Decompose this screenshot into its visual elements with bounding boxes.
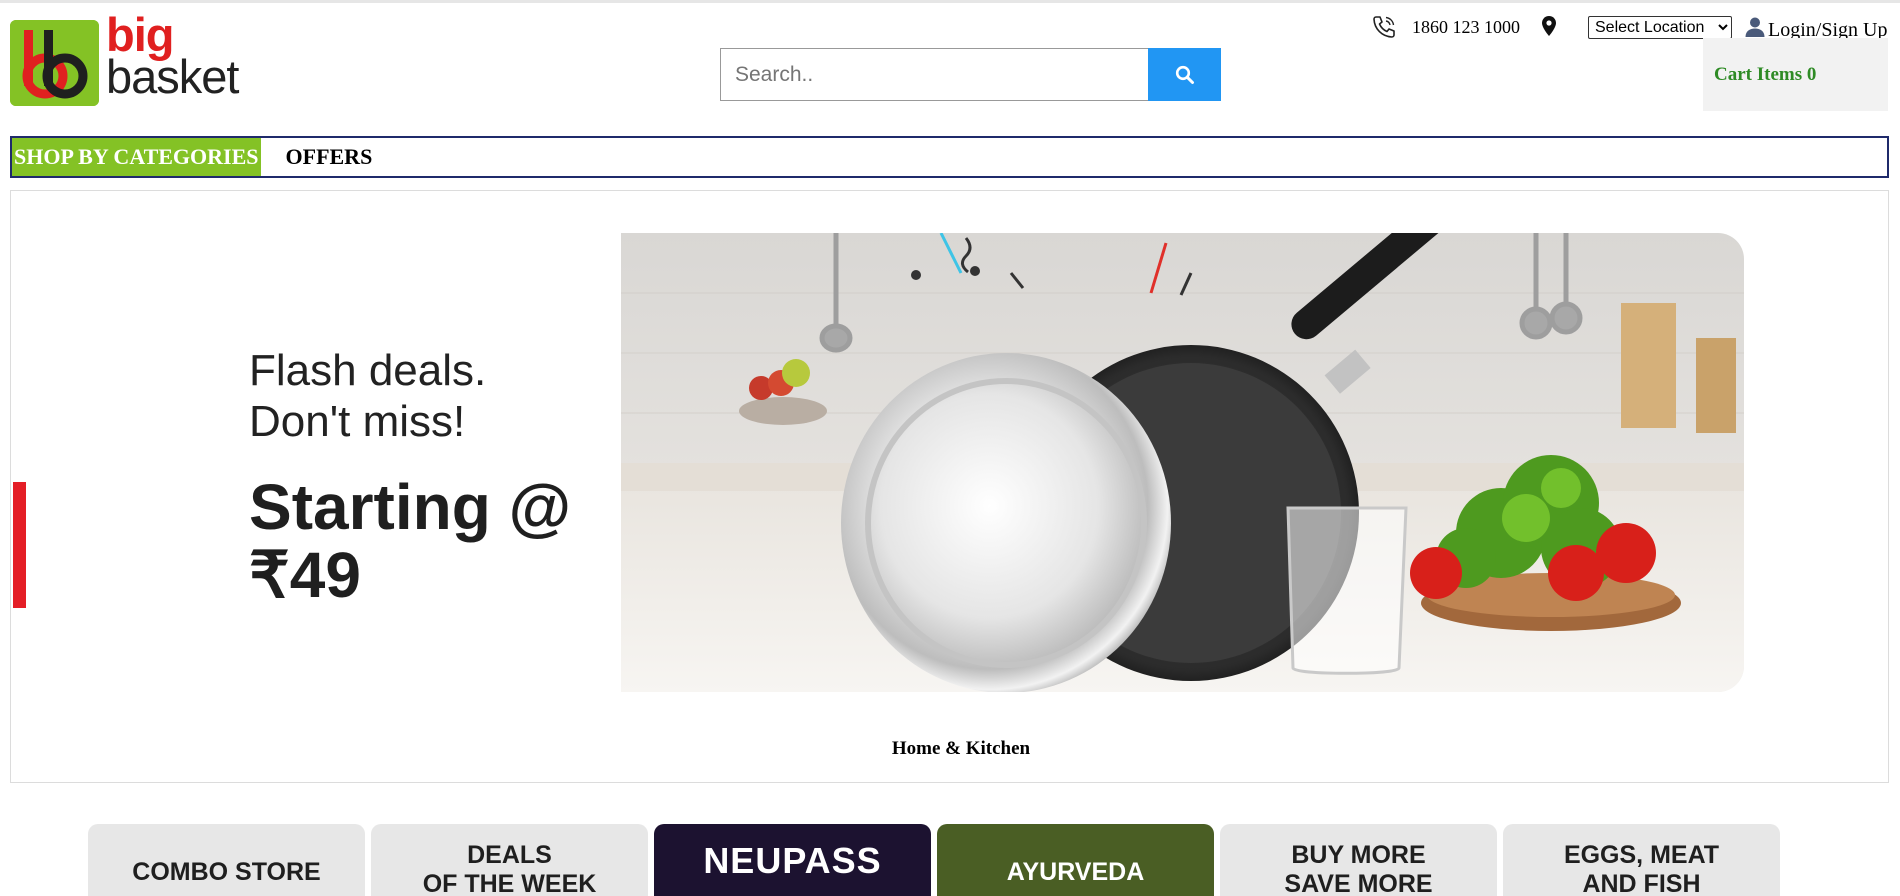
cart-box[interactable]: Cart Items 0 — [1703, 38, 1888, 111]
search-bar — [720, 48, 1221, 101]
tile-ayurveda[interactable]: AYURVEDA — [937, 824, 1214, 896]
banner-price-line2: ₹49 — [249, 539, 361, 611]
cart-items-label[interactable]: Cart Items 0 — [1714, 64, 1816, 86]
user-icon[interactable] — [1744, 16, 1766, 38]
logo-mark-icon — [10, 20, 99, 106]
banner-headline: Flash deals. Don't miss! — [249, 345, 486, 447]
location-pin-icon — [1542, 16, 1560, 38]
tile-label-line2: AND FISH — [1582, 870, 1701, 896]
logo-wordmark: big basket — [106, 11, 239, 103]
bigbasket-logo[interactable]: big basket — [10, 11, 242, 108]
banner-headline-line1: Flash deals. — [249, 346, 487, 395]
hero-carousel[interactable]: Flash deals. Don't miss! Starting @ ₹49 — [10, 190, 1889, 783]
phone-icon — [1370, 13, 1398, 41]
nav-offers[interactable]: OFFERS — [286, 144, 373, 170]
banner-caption[interactable]: Home & Kitchen — [891, 737, 1031, 760]
tile-combo-store[interactable]: COMBO STORE — [88, 824, 365, 896]
tile-eggs-meat-fish[interactable]: EGGS, MEAT AND FISH — [1503, 824, 1780, 896]
search-button[interactable] — [1148, 48, 1221, 101]
tile-deals-of-the-week[interactable]: DEALS OF THE WEEK — [371, 824, 648, 896]
search-icon — [1175, 65, 1195, 85]
tile-label: BUY MORE — [1291, 841, 1426, 869]
main-nav: SHOP BY CATEGORIES OFFERS — [10, 136, 1889, 178]
tile-buy-more-save-more[interactable]: BUY MORE SAVE MORE — [1220, 824, 1497, 896]
banner-accent-bar — [13, 482, 26, 608]
phone-number: 1860 123 1000 — [1412, 16, 1520, 37]
banner-kitchen-image[interactable] — [621, 233, 1744, 692]
tile-label: NEUPASS — [703, 840, 882, 881]
category-tiles: COMBO STORE DEALS OF THE WEEK NEUPASS AY… — [88, 824, 1780, 896]
banner-headline-line2: Don't miss! — [249, 397, 466, 446]
banner-price-line1: Starting @ — [249, 471, 571, 543]
tile-neupass[interactable]: NEUPASS — [654, 824, 931, 896]
nav-shop-by-categories[interactable]: SHOP BY CATEGORIES — [12, 138, 261, 176]
logo-word-basket: basket — [106, 50, 239, 103]
top-border — [0, 0, 1900, 3]
banner-price: Starting @ ₹49 — [249, 473, 571, 609]
tile-label: AYURVEDA — [1006, 858, 1145, 886]
search-input[interactable] — [720, 48, 1148, 101]
tile-label: EGGS, MEAT — [1563, 841, 1720, 869]
tile-label-line2: SAVE MORE — [1284, 870, 1433, 896]
location-select[interactable]: Select Location — [1588, 15, 1732, 39]
tile-label-line2: OF THE WEEK — [422, 870, 597, 896]
tile-label: DEALS — [467, 841, 552, 869]
tile-label: COMBO STORE — [132, 858, 321, 886]
